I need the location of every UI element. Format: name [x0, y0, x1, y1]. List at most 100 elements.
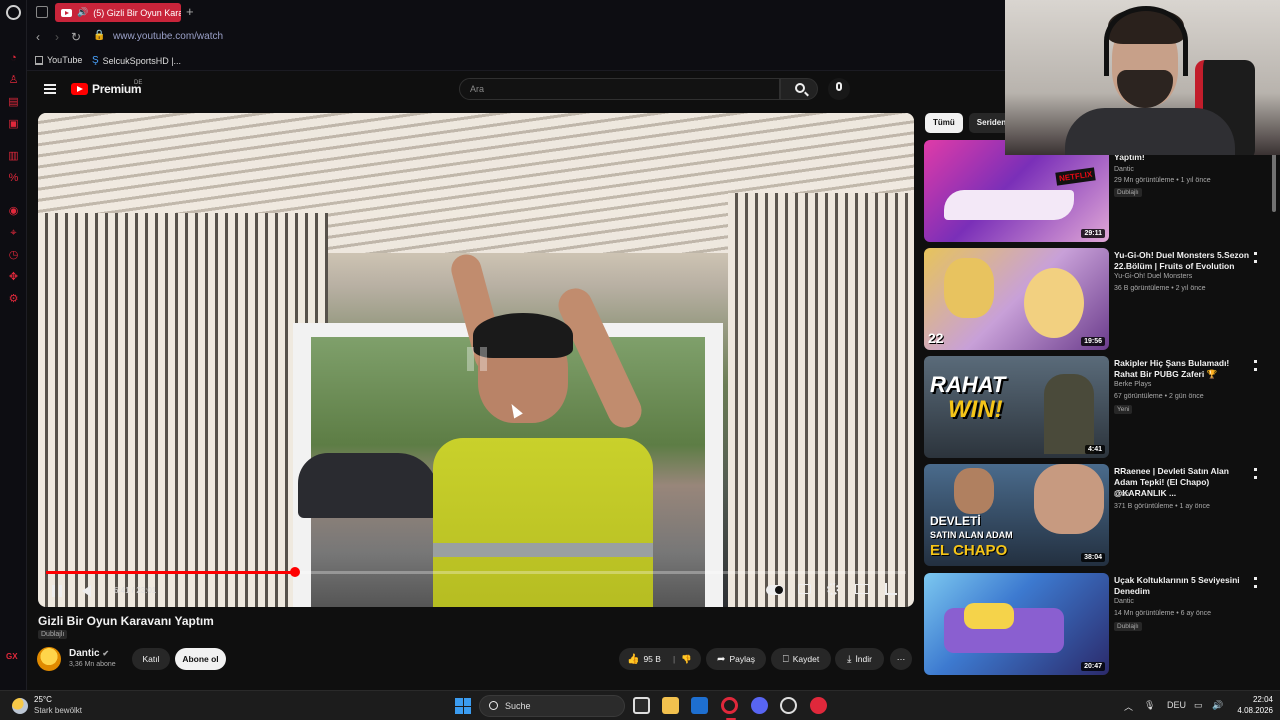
- volume-icon[interactable]: [82, 585, 91, 597]
- language-indicator[interactable]: DEU: [1167, 700, 1186, 710]
- download-button[interactable]: ⤓ İndir: [835, 648, 884, 670]
- video-thumbnail[interactable]: NETFLIX 29:11: [924, 140, 1109, 242]
- like-count[interactable]: 95 B: [643, 654, 661, 664]
- more-vertical-icon[interactable]: [1254, 360, 1257, 371]
- video-thumbnail[interactable]: 20:47: [924, 573, 1109, 675]
- gx-control-icon[interactable]: ♙: [7, 74, 20, 87]
- steam-icon[interactable]: [780, 697, 797, 714]
- rec-channel: 2kan: [1114, 491, 1130, 498]
- more-vertical-icon[interactable]: [1254, 577, 1257, 588]
- taskbar-search[interactable]: Suche: [479, 695, 625, 717]
- join-button[interactable]: Katıl: [132, 648, 170, 670]
- news-icon[interactable]: ▤: [7, 96, 20, 109]
- more-actions-button[interactable]: ⋯: [890, 648, 912, 670]
- recommendation-item[interactable]: 20:47 Uçak Koltuklarının 5 Seviyesini De…: [924, 573, 1264, 675]
- bookmark-selcuksports[interactable]: Ş SelcukSportsHD |...: [92, 55, 181, 66]
- menu-hamburger-icon[interactable]: [44, 84, 56, 94]
- active-tab[interactable]: 🔊 (5) Gizli Bir Oyun Karava: [55, 3, 181, 22]
- back-arrow-icon[interactable]: ‹: [36, 30, 40, 44]
- rec-channel: Dantic: [1114, 166, 1134, 173]
- video-thumbnail[interactable]: DEVLETİ SATIN ALAN ADAM EL CHAPO 38:04: [924, 464, 1109, 566]
- tray-mic-icon[interactable]: 🎙: [1144, 700, 1155, 711]
- tab-menu-icon[interactable]: [36, 6, 48, 18]
- video-frame-person: [433, 243, 653, 607]
- reload-icon[interactable]: ↻: [71, 30, 81, 44]
- speed-dial-icon[interactable]: ◔: [7, 52, 20, 65]
- gx-label: GX: [6, 652, 18, 661]
- more-vertical-icon[interactable]: [1254, 468, 1257, 479]
- network-icon[interactable]: ▭: [1194, 700, 1203, 711]
- weather-temperature[interactable]: 25°C: [34, 695, 52, 704]
- percent-icon[interactable]: %: [7, 172, 20, 185]
- store-icon[interactable]: [691, 697, 708, 714]
- bookmark-label: SelcukSportsHD |...: [102, 55, 182, 66]
- recommendation-item[interactable]: 22 19:56 Yu-Gi-Oh! Duel Monsters 5.Sezon…: [924, 248, 1264, 350]
- progress-bar[interactable]: [46, 567, 906, 577]
- rec-channel: Berke Plays: [1114, 381, 1152, 388]
- history-icon[interactable]: ◷: [7, 249, 20, 262]
- subscribe-button[interactable]: Abone ol: [175, 648, 226, 670]
- rec-meta: 371 B görüntüleme • 1 ay önce: [1114, 503, 1210, 510]
- recommendation-item[interactable]: RAHAT WIN! 4:41 Rakipler Hiç Şans Bulama…: [924, 356, 1264, 458]
- video-thumbnail[interactable]: 22 19:56: [924, 248, 1109, 350]
- extensions-icon[interactable]: ✥: [7, 271, 20, 284]
- youtube-premium-logo[interactable]: Premium DE: [71, 80, 143, 96]
- pause-icon[interactable]: [52, 585, 62, 597]
- file-explorer-icon[interactable]: [662, 697, 679, 714]
- more-vertical-icon[interactable]: [1254, 252, 1257, 263]
- weather-description[interactable]: Stark bewölkt: [34, 706, 82, 715]
- video-player[interactable]: 6:41 / 23:01: [38, 113, 914, 607]
- opera-gx-icon[interactable]: [721, 697, 738, 714]
- messenger-icon[interactable]: ▣: [7, 118, 20, 131]
- divider: |: [672, 654, 676, 664]
- weather-cloud-icon[interactable]: [12, 698, 28, 714]
- recommendation-item[interactable]: NETFLIX 29:11 Yaptım! Dantic 29 Mn görün…: [924, 140, 1264, 242]
- discord-icon[interactable]: [751, 697, 768, 714]
- search-button[interactable]: [780, 78, 818, 100]
- rec-meta: 36 B görüntüleme • 2 yıl önce: [1114, 285, 1206, 292]
- task-view-icon[interactable]: [633, 697, 650, 714]
- windows-start-icon[interactable]: [455, 698, 471, 714]
- chip-all[interactable]: Tümü: [925, 113, 963, 133]
- clock-time[interactable]: 22:04: [1243, 695, 1273, 704]
- url-field[interactable]: www.youtube.com/watch: [113, 31, 223, 42]
- share-label: Paylaş: [729, 654, 755, 664]
- forward-arrow-icon[interactable]: ›: [55, 30, 59, 44]
- settings-icon[interactable]: [827, 583, 839, 595]
- channel-avatar[interactable]: [37, 647, 61, 671]
- channel-name[interactable]: Dantic ✔: [69, 648, 109, 659]
- thumbs-up-icon[interactable]: 👍: [627, 654, 639, 665]
- duration-badge: 20:47: [1081, 662, 1105, 671]
- speaker-icon[interactable]: 🔊: [77, 7, 88, 18]
- new-tab-plus-icon[interactable]: +: [186, 4, 194, 19]
- download-label: İndir: [855, 654, 872, 664]
- recording-app-icon[interactable]: [810, 697, 827, 714]
- volume-tray-icon[interactable]: 🔊: [1212, 700, 1223, 711]
- opera-logo-icon[interactable]: [6, 5, 21, 20]
- settings-gear-icon[interactable]: ⚙: [7, 293, 20, 306]
- fullscreen-icon[interactable]: [885, 583, 897, 595]
- twitch-icon[interactable]: ▥: [7, 150, 20, 163]
- youtube-play-icon: [71, 83, 88, 95]
- recommendation-item[interactable]: DEVLETİ SATIN ALAN ADAM EL CHAPO 38:04 R…: [924, 464, 1264, 566]
- autoplay-toggle[interactable]: [766, 585, 784, 595]
- headset-icon: [1104, 6, 1188, 76]
- thumb-character: [944, 258, 994, 318]
- subtitles-icon[interactable]: [798, 584, 811, 594]
- pin-icon[interactable]: ⌖: [7, 227, 20, 240]
- video-thumbnail[interactable]: RAHAT WIN! 4:41: [924, 356, 1109, 458]
- player-icon[interactable]: ◉: [7, 205, 20, 218]
- region-label: DE: [134, 80, 143, 86]
- clock-date[interactable]: 4.08.2026: [1233, 706, 1273, 715]
- thumb-text: EL CHAPO: [930, 542, 1008, 559]
- bookmark-youtube[interactable]: YouTube: [35, 55, 82, 65]
- voice-search-button[interactable]: [828, 78, 850, 100]
- miniplayer-icon[interactable]: [855, 584, 869, 594]
- tray-chevron-icon[interactable]: ︿: [1124, 700, 1133, 713]
- search-input[interactable]: Ara: [459, 78, 780, 100]
- tab-title: (5) Gizli Bir Oyun Karava: [93, 7, 181, 18]
- share-button[interactable]: ➦ Paylaş: [706, 648, 766, 670]
- lock-icon[interactable]: 🔒: [93, 30, 105, 41]
- save-button[interactable]: ⎕ Kaydet: [771, 648, 831, 670]
- thumbs-down-icon[interactable]: 👎: [681, 654, 692, 665]
